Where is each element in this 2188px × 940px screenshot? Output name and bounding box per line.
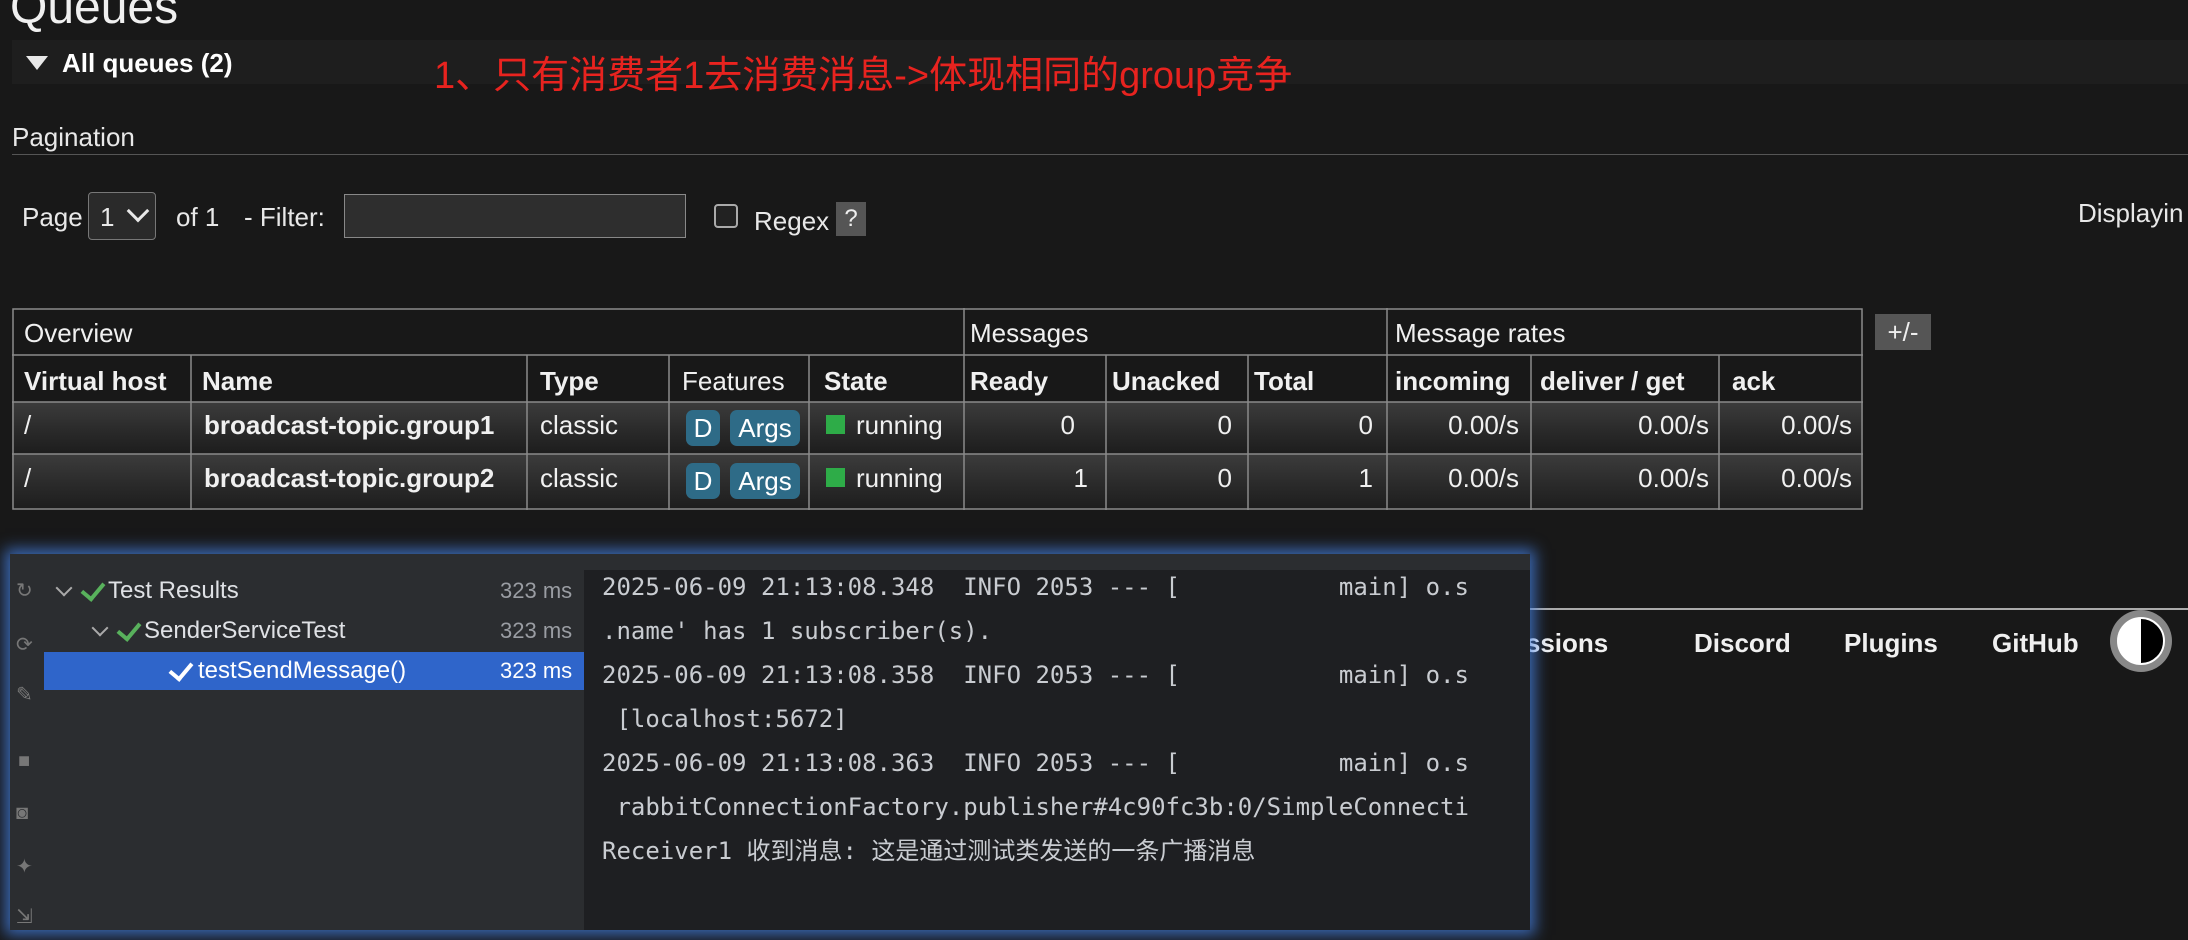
console-line: Receiver1 收到消息: 这是通过测试类发送的一条广播消息	[602, 837, 1256, 865]
camera-icon[interactable]: ◙	[16, 802, 38, 824]
row2-unacked: 0	[1217, 463, 1232, 493]
displaying-label: Displayin	[2078, 198, 2184, 228]
tree-item-sender-service-test[interactable]: SenderServiceTest 323 ms	[44, 612, 584, 650]
column-header-deliver-get[interactable]: deliver / get	[1540, 368, 1685, 394]
test-results-panel: ↻ ⟳ ✎ ■ ◙ ✦ ⇲ Test Results 323 ms Sender…	[10, 554, 1530, 930]
row1-incoming-rate: 0.00/s	[1448, 410, 1519, 440]
tree-item-label: SenderServiceTest	[144, 617, 346, 644]
tree-item-label: testSendMessage()	[198, 657, 407, 684]
row2-incoming-rate: 0.00/s	[1448, 463, 1519, 493]
export-icon[interactable]: ⇲	[16, 904, 38, 928]
tree-item-label: Test Results	[108, 577, 239, 604]
chevron-down-icon[interactable]	[91, 619, 109, 637]
pagination-divider	[12, 154, 2188, 155]
row1-ready: 0	[1060, 410, 1075, 440]
row2-feature-args-badge: Args	[730, 463, 800, 499]
column-header-type[interactable]: Type	[540, 368, 599, 394]
footer-link-discord[interactable]: Discord	[1694, 628, 1791, 659]
group-header-message-rates: Message rates	[1395, 318, 1566, 348]
tree-item-test-results[interactable]: Test Results 323 ms	[44, 572, 584, 610]
panel-toolbar-strip	[44, 554, 1530, 571]
console-line: 2025-06-09 21:13:08.363 INFO 2053 --- [ …	[602, 749, 1469, 777]
page-count-label: of 1	[176, 202, 220, 232]
console-line: 2025-06-09 21:13:08.348 INFO 2053 --- [ …	[602, 573, 1469, 601]
filter-input[interactable]	[344, 194, 686, 238]
regex-label: Regex	[754, 206, 830, 236]
tree-item-time: 323 ms	[500, 578, 573, 603]
console-line: 2025-06-09 21:13:08.358 INFO 2053 --- [ …	[602, 661, 1469, 689]
console-output[interactable]: 2025-06-09 21:13:08.348 INFO 2053 --- [ …	[584, 570, 1530, 930]
row2-state-indicator	[826, 468, 845, 487]
row1-unacked: 0	[1217, 410, 1232, 440]
page-select-value[interactable]: 1	[100, 202, 114, 233]
column-header-incoming[interactable]: incoming	[1395, 368, 1511, 394]
column-header-total[interactable]: Total	[1254, 368, 1314, 394]
row1-feature-durable-badge: D	[686, 410, 720, 446]
regex-checkbox[interactable]	[714, 204, 738, 228]
toggle-columns-button[interactable]: +/-	[1875, 314, 1931, 350]
triangle-down-icon[interactable]	[26, 56, 48, 70]
row2-ready: 1	[1073, 463, 1088, 493]
console-line: rabbitConnectionFactory.publisher#4c90fc…	[602, 793, 1469, 821]
row2-queue-name-link[interactable]: broadcast-topic.group2	[204, 465, 494, 491]
footer-link-plugins[interactable]: Plugins	[1844, 628, 1938, 659]
check-icon	[80, 576, 106, 602]
row1-ack-rate: 0.00/s	[1781, 410, 1852, 440]
pin-icon[interactable]: ✦	[16, 854, 38, 878]
annotation-text: 1、只有消费者1去消费消息->体现相同的group竞争	[434, 55, 1293, 97]
column-header-state[interactable]: State	[824, 368, 888, 394]
row1-virtual-host: /	[24, 410, 32, 440]
group-header-overview: Overview	[24, 318, 133, 348]
pagination-label: Pagination	[12, 122, 135, 152]
rerun-icon[interactable]: ↻	[16, 578, 38, 602]
help-button[interactable]: ?	[836, 202, 866, 236]
group-header-messages: Messages	[970, 318, 1089, 348]
row1-deliver-rate: 0.00/s	[1638, 410, 1709, 440]
row2-virtual-host: /	[24, 463, 32, 493]
tree-item-time: 323 ms	[500, 618, 573, 643]
check-icon	[168, 656, 194, 682]
console-line: [localhost:5672]	[602, 705, 848, 733]
row2-feature-durable-badge: D	[686, 463, 720, 499]
all-queues-title[interactable]: All queues (2)	[62, 48, 232, 79]
filter-label: - Filter:	[244, 202, 325, 232]
row1-state: running	[856, 410, 943, 440]
stop-icon[interactable]: ■	[18, 750, 40, 772]
row2-deliver-rate: 0.00/s	[1638, 463, 1709, 493]
wrench-icon[interactable]: ✎	[16, 682, 38, 706]
row2-ack-rate: 0.00/s	[1781, 463, 1852, 493]
row1-feature-args-badge: Args	[730, 410, 800, 446]
tool-gutter: ↻ ⟳ ✎ ■ ◙ ✦ ⇲	[10, 554, 44, 930]
column-header-features: Features	[682, 366, 785, 396]
column-header-ready[interactable]: Ready	[970, 368, 1048, 394]
page-select[interactable]	[88, 192, 156, 240]
row2-state: running	[856, 463, 943, 493]
row2-type: classic	[540, 463, 619, 493]
column-header-virtual-host[interactable]: Virtual host	[24, 368, 167, 394]
row2-total: 1	[1358, 463, 1373, 493]
chevron-down-icon[interactable]	[55, 579, 73, 597]
rerun-failed-icon[interactable]: ⟳	[16, 632, 38, 656]
row1-state-indicator	[826, 415, 845, 434]
column-header-ack[interactable]: ack	[1732, 368, 1775, 394]
check-icon	[116, 616, 142, 642]
page-title: Queues	[10, 0, 179, 34]
tree-item-time: 323 ms	[500, 658, 573, 683]
column-header-name[interactable]: Name	[202, 368, 273, 394]
page-label: Page	[22, 202, 83, 232]
row1-type: classic	[540, 410, 619, 440]
footer-divider	[1530, 608, 2188, 610]
console-line: .name' has 1 subscriber(s).	[602, 617, 993, 645]
footer-link-github[interactable]: GitHub	[1992, 628, 2079, 659]
row1-total: 0	[1358, 410, 1373, 440]
contrast-icon[interactable]	[2117, 617, 2165, 665]
tree-item-test-send-message[interactable]: testSendMessage() 323 ms	[44, 652, 584, 690]
column-header-unacked[interactable]: Unacked	[1112, 368, 1220, 394]
test-tree: Test Results 323 ms SenderServiceTest 32…	[44, 570, 584, 930]
row1-queue-name-link[interactable]: broadcast-topic.group1	[204, 412, 494, 438]
